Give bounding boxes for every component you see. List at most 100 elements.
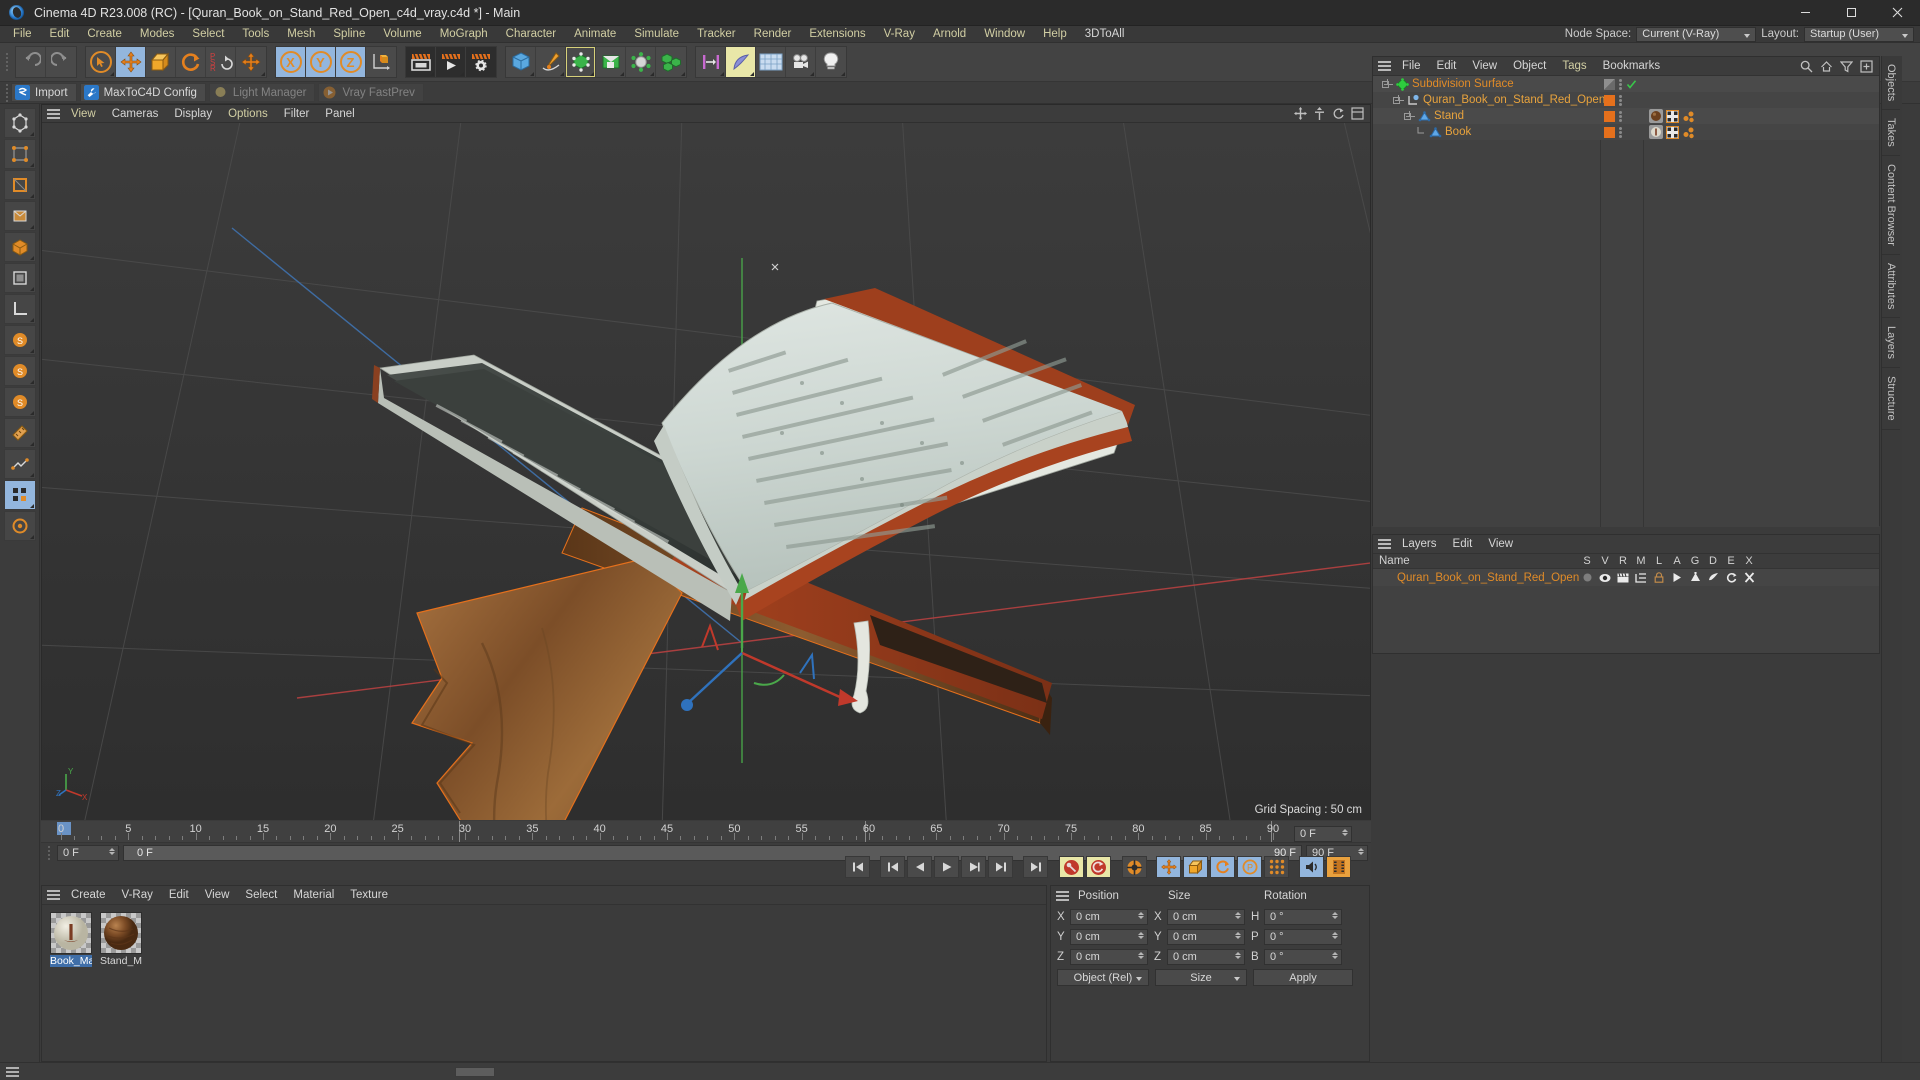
- sound-toggle-button[interactable]: [1299, 856, 1324, 878]
- menu-3dtoall[interactable]: 3DToAll: [1076, 26, 1134, 43]
- viewport-menu-filter[interactable]: Filter: [276, 105, 318, 123]
- menu-edit[interactable]: Edit: [41, 26, 79, 43]
- material-manager-hamburger-icon[interactable]: [45, 888, 63, 902]
- menu-select[interactable]: Select: [183, 26, 233, 43]
- coordinate-mode-select[interactable]: Object (Rel): [1057, 969, 1149, 986]
- menu-volume[interactable]: Volume: [374, 26, 430, 43]
- play-button[interactable]: [934, 856, 959, 878]
- preview-frame-spinner[interactable]: [1342, 829, 1348, 836]
- menu-character[interactable]: Character: [497, 26, 566, 43]
- add-scene-button[interactable]: [696, 47, 726, 77]
- plugin-toolbar-grip[interactable]: [2, 78, 11, 108]
- material-menu-select[interactable]: Select: [237, 886, 285, 905]
- pos-z-spinner[interactable]: [1138, 952, 1144, 959]
- expand-collapse-icon[interactable]: [1404, 110, 1415, 122]
- uvw-tag-icon[interactable]: [1666, 109, 1679, 123]
- step-forward-button[interactable]: [961, 856, 986, 878]
- tab-takes[interactable]: Takes: [1882, 110, 1900, 157]
- object-visibility-swatch[interactable]: [1604, 94, 1615, 106]
- edges-mode-tool[interactable]: [3, 170, 36, 200]
- menu-vray[interactable]: V-Ray: [875, 26, 924, 43]
- layer-visible-toggle[interactable]: [1596, 573, 1614, 583]
- menu-arnold[interactable]: Arnold: [924, 26, 975, 43]
- position-key-button[interactable]: [1156, 856, 1181, 878]
- menu-file[interactable]: File: [4, 26, 41, 43]
- viewport-rotate-icon[interactable]: [1332, 107, 1345, 120]
- object-manager-hamburger-icon[interactable]: [1376, 59, 1394, 73]
- object-row-quran-book-on-stand[interactable]: Quran_Book_on_Stand_Red_Open: [1373, 92, 1879, 108]
- add-spline-generator-button[interactable]: [596, 47, 626, 77]
- rot-h-spinner[interactable]: [1332, 912, 1338, 919]
- material-menu-texture[interactable]: Texture: [342, 886, 396, 905]
- status-bar-hamburger-icon[interactable]: [4, 1066, 22, 1078]
- menu-spline[interactable]: Spline: [324, 26, 374, 43]
- menu-extensions[interactable]: Extensions: [800, 26, 874, 43]
- step-back-button[interactable]: [907, 856, 932, 878]
- expand-collapse-icon[interactable]: [1382, 78, 1393, 90]
- menu-modes[interactable]: Modes: [131, 26, 184, 43]
- layer-xpresso-toggle[interactable]: [1740, 572, 1758, 583]
- tab-objects[interactable]: Objects: [1882, 56, 1900, 111]
- object-menu-file[interactable]: File: [1394, 57, 1429, 76]
- object-row-subdivision-surface[interactable]: Subdivision Surface: [1373, 76, 1879, 92]
- viewport-menu-cameras[interactable]: Cameras: [104, 105, 167, 123]
- measure-construct-tool[interactable]: [3, 418, 36, 448]
- object-menu-edit[interactable]: Edit: [1429, 57, 1465, 76]
- object-menu-tags[interactable]: Tags: [1554, 57, 1594, 76]
- coordinate-system-button[interactable]: [366, 47, 396, 77]
- object-menu-object[interactable]: Object: [1505, 57, 1554, 76]
- move-tool-button[interactable]: [116, 47, 146, 77]
- light-manager-button[interactable]: Light Manager: [208, 83, 316, 102]
- undo-button[interactable]: [16, 47, 46, 77]
- material-menu-material[interactable]: Material: [285, 886, 342, 905]
- rot-b-spinner[interactable]: [1332, 952, 1338, 959]
- next-key-button[interactable]: [988, 856, 1013, 878]
- layer-expression-toggle[interactable]: [1722, 572, 1740, 583]
- size-y-spinner[interactable]: [1235, 932, 1241, 939]
- layer-solo-toggle[interactable]: [1578, 573, 1596, 582]
- rot-h-field[interactable]: 0 °: [1264, 909, 1342, 925]
- menu-help[interactable]: Help: [1034, 26, 1076, 43]
- rot-p-spinner[interactable]: [1332, 932, 1338, 939]
- menu-create[interactable]: Create: [78, 26, 131, 43]
- pos-y-field[interactable]: 0 cm: [1070, 929, 1148, 945]
- add-mograph-button[interactable]: [656, 47, 686, 77]
- previous-key-button[interactable]: [880, 856, 905, 878]
- redo-button[interactable]: [46, 47, 76, 77]
- add-deformer-bend-button[interactable]: [726, 47, 756, 77]
- size-x-field[interactable]: 0 cm: [1167, 909, 1245, 925]
- quantize-tool[interactable]: S: [3, 387, 36, 417]
- world-object-axis-button[interactable]: [236, 47, 266, 77]
- viewport-solo-tool[interactable]: [3, 511, 36, 541]
- record-key-button[interactable]: [1059, 856, 1084, 878]
- enable-axis-tool[interactable]: S: [3, 325, 36, 355]
- size-z-spinner[interactable]: [1235, 952, 1241, 959]
- menu-animate[interactable]: Animate: [565, 26, 625, 43]
- viewport-maximize-icon[interactable]: [1351, 107, 1364, 120]
- add-deformer-button[interactable]: [626, 47, 656, 77]
- go-to-start-button[interactable]: [845, 856, 870, 878]
- preview-frame-field[interactable]: 0 F: [1294, 826, 1352, 842]
- menu-window[interactable]: Window: [975, 26, 1034, 43]
- add-generator-button[interactable]: [566, 47, 596, 77]
- go-up-icon[interactable]: [1820, 60, 1833, 73]
- points-mode-tool[interactable]: [3, 139, 36, 169]
- coordinates-hamburger-icon[interactable]: [1054, 889, 1072, 903]
- add-spline-button[interactable]: [536, 47, 566, 77]
- timeline-ruler[interactable]: 0 5 10 15 20 25 30 35 40 45 50 55 60 65 70 75 80 85 90: [41, 821, 1371, 843]
- go-to-end-button[interactable]: [1023, 856, 1048, 878]
- texture-mode-tool[interactable]: [3, 263, 36, 293]
- layer-col-m[interactable]: M: [1632, 555, 1650, 567]
- selection-tag-icon[interactable]: [1682, 110, 1695, 123]
- import-plugin-button[interactable]: Import: [11, 83, 77, 102]
- maximize-button[interactable]: [1828, 0, 1874, 26]
- object-menu-view[interactable]: View: [1464, 57, 1505, 76]
- object-menu-bookmarks[interactable]: Bookmarks: [1595, 57, 1669, 76]
- layer-lock-toggle[interactable]: [1650, 572, 1668, 583]
- layer-menu-edit[interactable]: Edit: [1445, 535, 1481, 554]
- material-tag-icon[interactable]: [1649, 109, 1663, 123]
- size-y-field[interactable]: 0 cm: [1167, 929, 1245, 945]
- pos-x-field[interactable]: 0 cm: [1070, 909, 1148, 925]
- menu-mograph[interactable]: MoGraph: [431, 26, 497, 43]
- close-button[interactable]: [1874, 0, 1920, 26]
